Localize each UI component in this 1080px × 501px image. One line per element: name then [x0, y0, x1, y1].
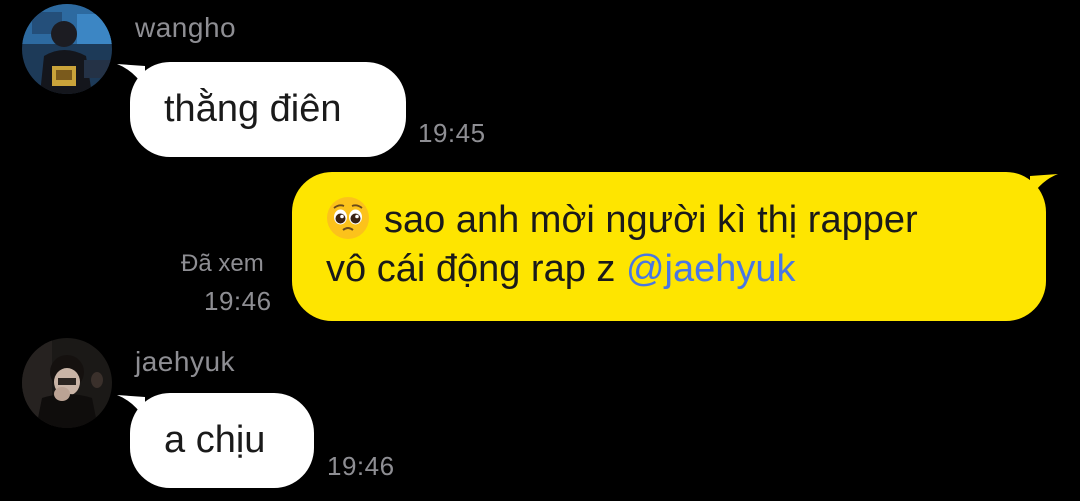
message-line: vô cái động rap z @jaehyuk: [326, 245, 1012, 294]
message-text: a chịu: [164, 419, 266, 461]
message-time: 19:46: [327, 451, 395, 481]
message-line: sao anh mời người kì thị rapper: [326, 196, 1012, 245]
chat-thread: wangho thằng điên 19:45 Đã xem 19:46 sao…: [0, 0, 1080, 501]
sender-name: wangho: [135, 12, 237, 43]
avatar-jaehyuk[interactable]: [22, 338, 112, 428]
message-time: 19:45: [418, 118, 486, 148]
message-text: sao anh mời người kì thị rapper: [384, 199, 918, 241]
gamer-avatar-icon: [22, 4, 112, 94]
sender-name: jaehyuk: [135, 346, 236, 377]
message-text: vô cái động rap z: [326, 248, 626, 290]
message-bubble[interactable]: a chịu: [130, 393, 314, 488]
read-status: Đã xem: [181, 250, 264, 277]
message-text: thằng điên: [164, 88, 342, 130]
message-bubble[interactable]: sao anh mời người kì thị rapper vô cái đ…: [292, 172, 1046, 321]
avatar-wangho[interactable]: [22, 4, 112, 94]
message-bubble[interactable]: thằng điên: [130, 62, 406, 157]
mention-link[interactable]: @jaehyuk: [626, 248, 796, 290]
message-time: 19:46: [204, 286, 272, 316]
bubble-tail: [1030, 174, 1058, 198]
pleading-face-icon: [326, 196, 370, 240]
person-avatar-icon: [22, 338, 112, 428]
